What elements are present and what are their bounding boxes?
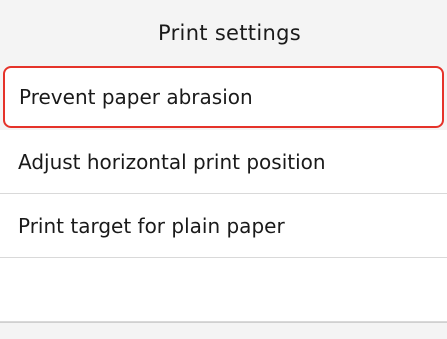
printer-settings-screen: Print settings Prevent paper abrasion Ad… [0, 0, 447, 339]
settings-menu-list: Prevent paper abrasion Adjust horizontal… [0, 66, 447, 322]
menu-item-print-target-plain-paper[interactable]: Print target for plain paper [0, 194, 447, 258]
menu-item-label: Adjust horizontal print position [18, 149, 326, 174]
title-bar: Print settings [0, 0, 447, 66]
menu-item-adjust-horizontal-print-position[interactable]: Adjust horizontal print position [0, 130, 447, 194]
menu-item-label: Prevent paper abrasion [19, 85, 253, 109]
bottom-divider-strip [0, 322, 447, 339]
menu-item-prevent-paper-abrasion[interactable]: Prevent paper abrasion [3, 66, 444, 128]
menu-item-empty [0, 258, 447, 322]
screen-title: Print settings [158, 21, 301, 45]
menu-item-label: Print target for plain paper [18, 213, 285, 238]
